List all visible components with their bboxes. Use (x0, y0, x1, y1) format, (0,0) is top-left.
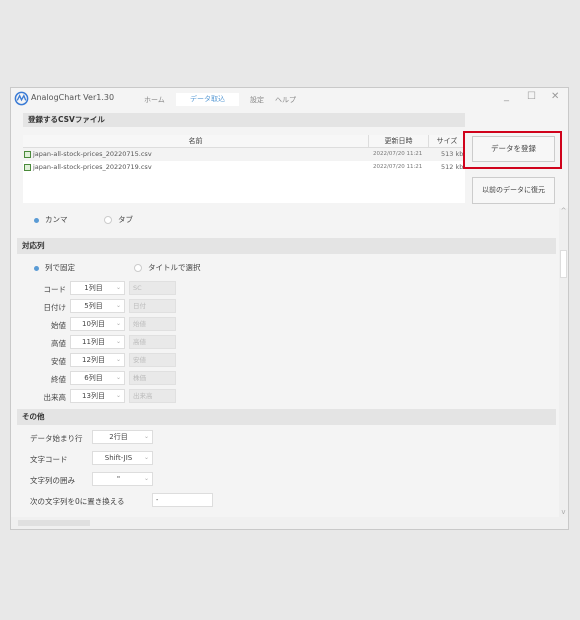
chevron-down-icon: ⌄ (115, 356, 121, 363)
column-header-date[interactable]: 更新日時 (369, 135, 429, 148)
encoding-select[interactable]: Shift-JIS ⌄ (92, 451, 153, 465)
app-logo-icon (14, 91, 29, 106)
app-title: AnalogChart Ver1.30 (31, 93, 115, 102)
chevron-down-icon: ⌄ (115, 284, 121, 291)
scrollbar-thumb[interactable] (560, 250, 567, 278)
column-select[interactable]: 11列目 ⌄ (70, 335, 125, 349)
files-section-title: 登録するCSVファイル (23, 113, 465, 127)
file-size: 513 kb (441, 150, 464, 158)
replace-input[interactable] (152, 493, 213, 507)
quote-label: 文字列の囲み (30, 476, 75, 485)
column-select-value: 12列目 (82, 356, 105, 364)
column-select[interactable]: 5列目 ⌄ (70, 299, 125, 313)
quote-select[interactable]: " ⌄ (92, 472, 153, 486)
column-title-field: 始値 (129, 317, 176, 331)
scroll-up-icon[interactable]: ^ (559, 207, 568, 215)
column-title-field: 日付 (129, 299, 176, 313)
column-select-value: 13列目 (82, 392, 105, 400)
radio-select-by-title-label: タイトルで選択 (148, 263, 201, 272)
chevron-down-icon: ⌄ (115, 302, 121, 309)
start-row-value: 2行目 (109, 433, 128, 441)
column-header-size[interactable]: サイズ (429, 135, 465, 148)
file-table: 名前 更新日時 サイズ japan-all-stock-prices_20220… (23, 135, 465, 203)
chevron-down-icon: ⌄ (115, 392, 121, 399)
column-select[interactable]: 10列目 ⌄ (70, 317, 125, 331)
columns-section-title: 対応列 (17, 238, 556, 254)
column-select-value: 6列目 (84, 374, 103, 382)
column-header-name[interactable]: 名前 (23, 135, 369, 148)
vertical-scrollbar[interactable]: ^ v (559, 207, 568, 517)
column-select[interactable]: 1列目 ⌄ (70, 281, 125, 295)
app-window: AnalogChart Ver1.30 ホーム データ取込 設定 ヘルプ _ ☐… (10, 87, 569, 530)
mapping-label: 出来高 (43, 393, 67, 402)
radio-tab[interactable]: タブ (104, 214, 133, 225)
mapping-label: コード (43, 285, 67, 294)
radio-fixed-column[interactable]: 列で固定 (34, 262, 75, 273)
radio-unselected-icon (134, 264, 142, 272)
encoding-value: Shift-JIS (104, 454, 133, 462)
horizontal-scrollbar[interactable] (11, 517, 568, 529)
radio-select-by-title[interactable]: タイトルで選択 (134, 262, 201, 273)
file-name: japan-all-stock-prices_20220719.csv (33, 163, 152, 171)
tab-settings[interactable]: 設定 (250, 95, 264, 105)
minimize-button[interactable]: _ (504, 91, 509, 102)
mapping-label: 終値 (51, 375, 66, 384)
column-title-field: 安値 (129, 353, 176, 367)
encoding-label: 文字コード (30, 455, 68, 464)
start-row-label: データ始まり行 (30, 434, 83, 443)
file-name: japan-all-stock-prices_20220715.csv (33, 150, 152, 158)
column-select-value: 11列目 (82, 338, 105, 346)
chevron-down-icon: ⌄ (143, 475, 149, 482)
register-data-button[interactable]: データを登録 (472, 136, 555, 162)
file-size: 512 kb (441, 163, 464, 171)
radio-comma-label: カンマ (45, 215, 68, 224)
column-title-field: 高値 (129, 335, 176, 349)
radio-unselected-icon (104, 216, 112, 224)
column-select[interactable]: 12列目 ⌄ (70, 353, 125, 367)
table-row[interactable]: japan-all-stock-prices_20220719.csv 2022… (23, 161, 465, 174)
mapping-label: 日付け (43, 303, 67, 312)
column-select[interactable]: 13列目 ⌄ (70, 389, 125, 403)
quote-value: " (116, 475, 121, 483)
radio-selected-icon (34, 217, 39, 223)
chevron-down-icon: ⌄ (115, 320, 121, 327)
file-date: 2022/07/20 11:21 (373, 164, 423, 170)
maximize-button[interactable]: ☐ (527, 91, 536, 102)
other-section-title: その他 (17, 409, 556, 425)
chevron-down-icon: ⌄ (143, 454, 149, 461)
file-date: 2022/07/20 11:21 (373, 151, 423, 157)
radio-fixed-column-label: 列で固定 (45, 263, 75, 272)
tab-data-import[interactable]: データ取込 (176, 93, 239, 106)
mapping-label: 高値 (51, 339, 66, 348)
restore-previous-data-button[interactable]: 以前のデータに復元 (472, 177, 555, 204)
title-bar: AnalogChart Ver1.30 ホーム データ取込 設定 ヘルプ _ ☐… (11, 88, 568, 108)
csv-file-icon (24, 164, 31, 171)
table-row[interactable]: japan-all-stock-prices_20220715.csv 2022… (23, 148, 465, 161)
radio-selected-icon (34, 265, 39, 271)
column-select-value: 10列目 (82, 320, 105, 328)
radio-tab-label: タブ (118, 215, 133, 224)
column-title-field: 株価 (129, 371, 176, 385)
column-select-value: 5列目 (84, 302, 103, 310)
settings-scroll-area[interactable]: カンマ タブ 対応列 列で固定 タイトルで選択 コード 1列目 ⌄ SC 日付け … (11, 208, 559, 517)
tab-home[interactable]: ホーム (144, 95, 165, 105)
chevron-down-icon: ⌄ (143, 433, 149, 440)
tab-help[interactable]: ヘルプ (275, 95, 296, 105)
close-button[interactable]: ✕ (551, 91, 559, 102)
csv-file-icon (24, 151, 31, 158)
column-select[interactable]: 6列目 ⌄ (70, 371, 125, 385)
start-row-select[interactable]: 2行目 ⌄ (92, 430, 153, 444)
replace-label: 次の文字列を0に置き換える (30, 497, 125, 506)
column-title-field: 出来高 (129, 389, 176, 403)
scroll-down-icon[interactable]: v (559, 508, 568, 516)
mapping-label: 始値 (51, 321, 66, 330)
chevron-down-icon: ⌄ (115, 374, 121, 381)
column-title-field: SC (129, 281, 176, 295)
radio-comma[interactable]: カンマ (34, 214, 68, 225)
column-select-value: 1列目 (84, 284, 103, 292)
mapping-label: 安値 (51, 357, 66, 366)
horizontal-scrollbar-thumb[interactable] (18, 520, 90, 526)
chevron-down-icon: ⌄ (115, 338, 121, 345)
